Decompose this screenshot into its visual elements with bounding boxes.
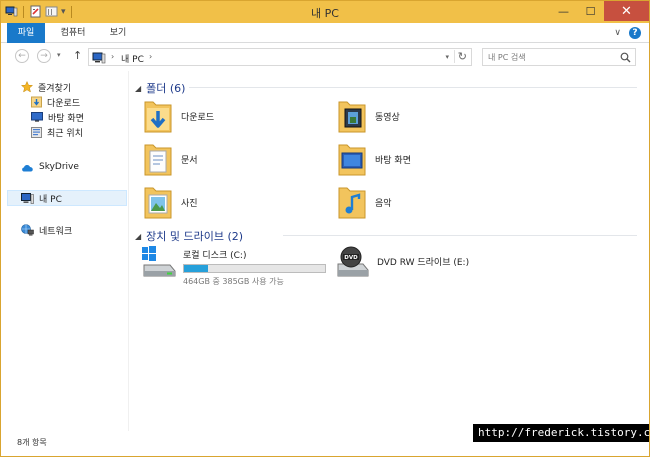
drive-name: 로컬 디스크 (C:) <box>183 251 247 261</box>
recent-places-icon <box>31 126 42 138</box>
address-dropdown-icon[interactable]: ▾ <box>445 53 449 61</box>
group-divider <box>189 87 637 88</box>
ribbon-tab-bar: 파일 컴퓨터 보기 ∨ ? <box>1 23 649 43</box>
sidebar-item-recent-places[interactable]: 최근 위치 <box>31 125 83 139</box>
maximize-button[interactable]: ☐ <box>577 1 604 21</box>
title-bar[interactable]: ▾ 내 PC — ☐ ✕ <box>1 1 649 23</box>
refresh-icon[interactable]: ↻ <box>453 50 467 63</box>
watermark-url: http://frederick.tistory.com <box>473 424 650 442</box>
folder-label: 동영상 <box>375 112 400 123</box>
computer-icon <box>92 52 106 64</box>
up-button[interactable]: ↑ <box>73 49 82 62</box>
sidebar-item-label: SkyDrive <box>39 162 79 172</box>
sidebar-item-skydrive[interactable]: SkyDrive <box>21 160 79 174</box>
downloads-folder-icon <box>31 96 42 108</box>
star-icon <box>21 81 33 93</box>
drive-name: DVD RW 드라이브 (E:) <box>377 258 470 268</box>
window-controls: — ☐ ✕ <box>550 1 649 21</box>
drive-info: DVD RW 드라이브 (E:) <box>377 245 469 268</box>
tab-view[interactable]: 보기 <box>103 23 133 43</box>
sidebar-item-label: 네트워크 <box>39 226 73 237</box>
search-input[interactable] <box>488 51 613 63</box>
svg-text:DVD: DVD <box>344 255 358 261</box>
ribbon-tools: ∨ ? <box>614 27 641 39</box>
drive-usage-bar <box>183 264 326 273</box>
pictures-folder-icon <box>144 187 172 219</box>
downloads-folder-icon <box>144 101 172 133</box>
navigation-pane: 즐겨찾기 다운로드 바탕 화면 최근 위치 SkyDrive 내 PC 네트워크 <box>1 71 129 431</box>
folder-label: 다운로드 <box>181 112 215 123</box>
address-separator-icon[interactable]: › <box>111 52 114 61</box>
sidebar-item-this-pc[interactable]: 내 PC <box>21 191 62 205</box>
help-icon[interactable]: ? <box>629 27 641 39</box>
computer-icon <box>21 192 34 204</box>
sidebar-item-label: 즐겨찾기 <box>38 83 72 94</box>
collapse-group-icon[interactable]: ◢ <box>135 84 141 93</box>
collapse-group-icon[interactable]: ◢ <box>135 232 141 241</box>
minimize-button[interactable]: — <box>550 1 577 21</box>
folders-group-header[interactable]: ◢ 폴더 (6) <box>135 80 185 96</box>
music-folder-icon <box>338 187 366 219</box>
search-box[interactable] <box>482 48 636 66</box>
folder-label: 문서 <box>181 155 198 166</box>
folder-label: 사진 <box>181 198 198 209</box>
navigation-bar: ← → ▾ ↑ › 내 PC › ▾ ↻ <box>1 43 649 71</box>
sidebar-item-downloads[interactable]: 다운로드 <box>31 95 80 109</box>
folder-pictures[interactable]: 사진 <box>143 183 198 221</box>
explorer-window: ▾ 내 PC — ☐ ✕ 파일 컴퓨터 보기 ∨ ? ← → ▾ ↑ › 내 P… <box>0 0 650 457</box>
sidebar-item-favorites[interactable]: 즐겨찾기 <box>21 80 71 94</box>
folder-music[interactable]: 음악 <box>337 183 392 221</box>
folder-videos[interactable]: 동영상 <box>337 97 400 135</box>
content-pane: ◢ 폴더 (6) 다운로드 동영상 문서 바탕 화면 사진 음악 ◢ 장치 및 … <box>129 71 649 431</box>
desktop-folder-icon <box>338 144 366 176</box>
drives-group-title: 장치 및 드라이브 (2) <box>146 230 244 243</box>
folder-desktop[interactable]: 바탕 화면 <box>337 140 411 178</box>
documents-folder-icon <box>144 144 172 176</box>
search-icon[interactable] <box>620 52 631 63</box>
close-button[interactable]: ✕ <box>604 1 649 21</box>
dvd-drive-icon: DVD <box>337 246 369 277</box>
folder-downloads[interactable]: 다운로드 <box>143 97 214 135</box>
sidebar-item-label: 다운로드 <box>47 98 81 109</box>
network-icon <box>21 224 34 236</box>
sidebar-item-label: 내 PC <box>39 194 62 205</box>
drive-usage-fill <box>184 265 208 272</box>
drive-info: 로컬 디스크 (C:) 464GB 중 385GB 사용 가능 <box>183 245 326 287</box>
address-separator-icon[interactable]: › <box>149 52 152 61</box>
cloud-icon <box>22 164 33 171</box>
tab-computer[interactable]: 컴퓨터 <box>53 23 93 43</box>
desktop-icon <box>31 112 43 122</box>
sidebar-item-network[interactable]: 네트워크 <box>21 223 72 237</box>
folder-documents[interactable]: 문서 <box>143 140 198 178</box>
address-bar[interactable]: › 내 PC › ▾ ↻ <box>88 48 472 66</box>
drive-local-disk-c[interactable]: 로컬 디스크 (C:) 464GB 중 385GB 사용 가능 <box>141 245 326 287</box>
item-count: 8개 항목 <box>17 438 47 447</box>
videos-folder-icon <box>338 101 366 133</box>
breadcrumb-this-pc[interactable]: 내 PC <box>121 52 144 65</box>
expand-ribbon-icon[interactable]: ∨ <box>614 28 621 38</box>
tab-file[interactable]: 파일 <box>7 23 45 43</box>
drives-group-header[interactable]: ◢ 장치 및 드라이브 (2) <box>135 228 243 244</box>
group-divider <box>283 235 637 236</box>
recent-locations-icon[interactable]: ▾ <box>57 51 61 59</box>
sidebar-item-label: 최근 위치 <box>47 128 83 139</box>
drive-dvd-e[interactable]: DVD DVD RW 드라이브 (E:) <box>335 245 469 279</box>
folders-group-title: 폴더 (6) <box>146 82 186 95</box>
sidebar-item-desktop[interactable]: 바탕 화면 <box>31 110 84 124</box>
hard-drive-icon <box>142 246 176 277</box>
back-button[interactable]: ← <box>15 49 29 63</box>
forward-button[interactable]: → <box>37 49 51 63</box>
sidebar-item-label: 바탕 화면 <box>48 113 84 124</box>
folder-label: 음악 <box>375 198 392 209</box>
folder-label: 바탕 화면 <box>375 155 411 166</box>
drive-free-space: 464GB 중 385GB 사용 가능 <box>183 277 284 286</box>
